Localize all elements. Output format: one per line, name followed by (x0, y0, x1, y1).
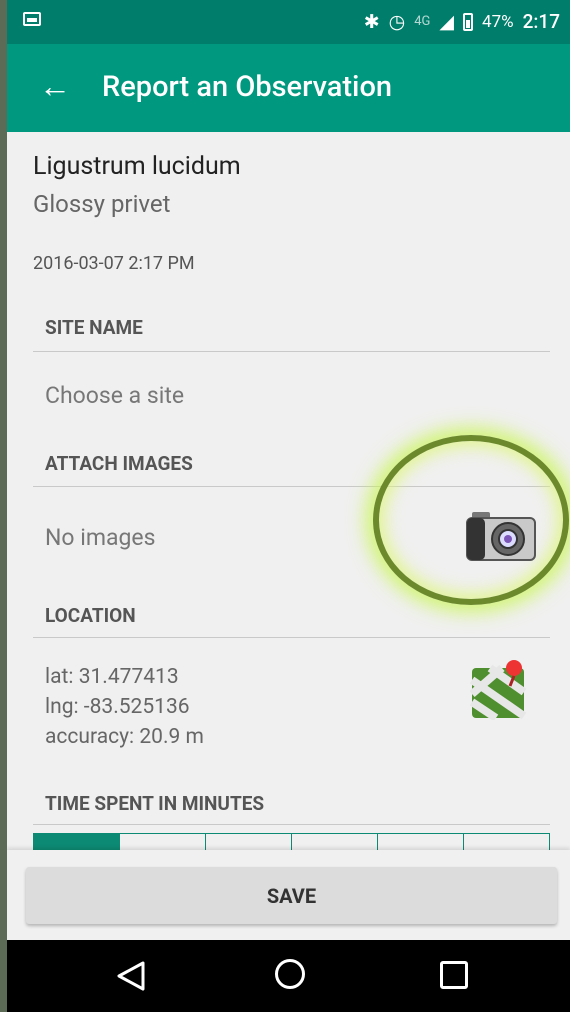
nav-home-icon[interactable] (275, 959, 305, 989)
page-title: Report an Observation (102, 70, 393, 104)
notification-icon (23, 12, 41, 26)
save-button[interactable]: SAVE (26, 867, 557, 924)
alarm-icon: ◷ (388, 10, 406, 33)
site-name-label: SITE NAME (45, 316, 143, 339)
status-time: 2:17 (522, 10, 560, 33)
network-icon: 4G (414, 14, 431, 29)
signal-icon: ◢ (439, 10, 455, 33)
app-bar: ← Report an Observation (7, 44, 570, 132)
camera-icon[interactable] (466, 510, 536, 562)
nav-back-icon[interactable] (113, 960, 149, 992)
divider (33, 351, 550, 352)
time-spent-label: TIME SPENT IN MINUTES (45, 792, 265, 815)
status-bar: ✱ ◷ 4G ◢ 47% 2:17 (7, 0, 570, 44)
phone-screen: ✱ ◷ 4G ◢ 47% 2:17 ← Report an Observatio… (7, 0, 570, 1012)
location-label: LOCATION (45, 604, 136, 627)
status-icons: ✱ ◷ 4G ◢ 47% 2:17 (364, 10, 560, 33)
longitude: lng: -83.525136 (45, 695, 190, 719)
images-status: No images (45, 524, 156, 551)
divider (33, 824, 550, 825)
back-arrow-icon[interactable]: ← (37, 70, 73, 102)
battery-percent: 47% (482, 11, 514, 32)
choose-site-field[interactable]: Choose a site (45, 382, 184, 409)
battery-icon (463, 12, 474, 31)
observation-datetime[interactable]: 2016-03-07 2:17 PM (33, 253, 195, 274)
map-pin-icon[interactable] (470, 658, 530, 720)
nav-recent-icon[interactable] (440, 961, 468, 989)
action-bar: SAVE (7, 850, 570, 940)
scientific-name: Ligustrum lucidum (33, 152, 241, 181)
accuracy: accuracy: 20.9 m (45, 725, 204, 749)
common-name: Glossy privet (33, 190, 171, 218)
bluetooth-icon: ✱ (363, 10, 380, 33)
divider (33, 637, 550, 638)
latitude: lat: 31.477413 (45, 665, 179, 689)
navigation-bar (7, 940, 570, 1012)
attach-images-label: ATTACH IMAGES (45, 452, 193, 475)
